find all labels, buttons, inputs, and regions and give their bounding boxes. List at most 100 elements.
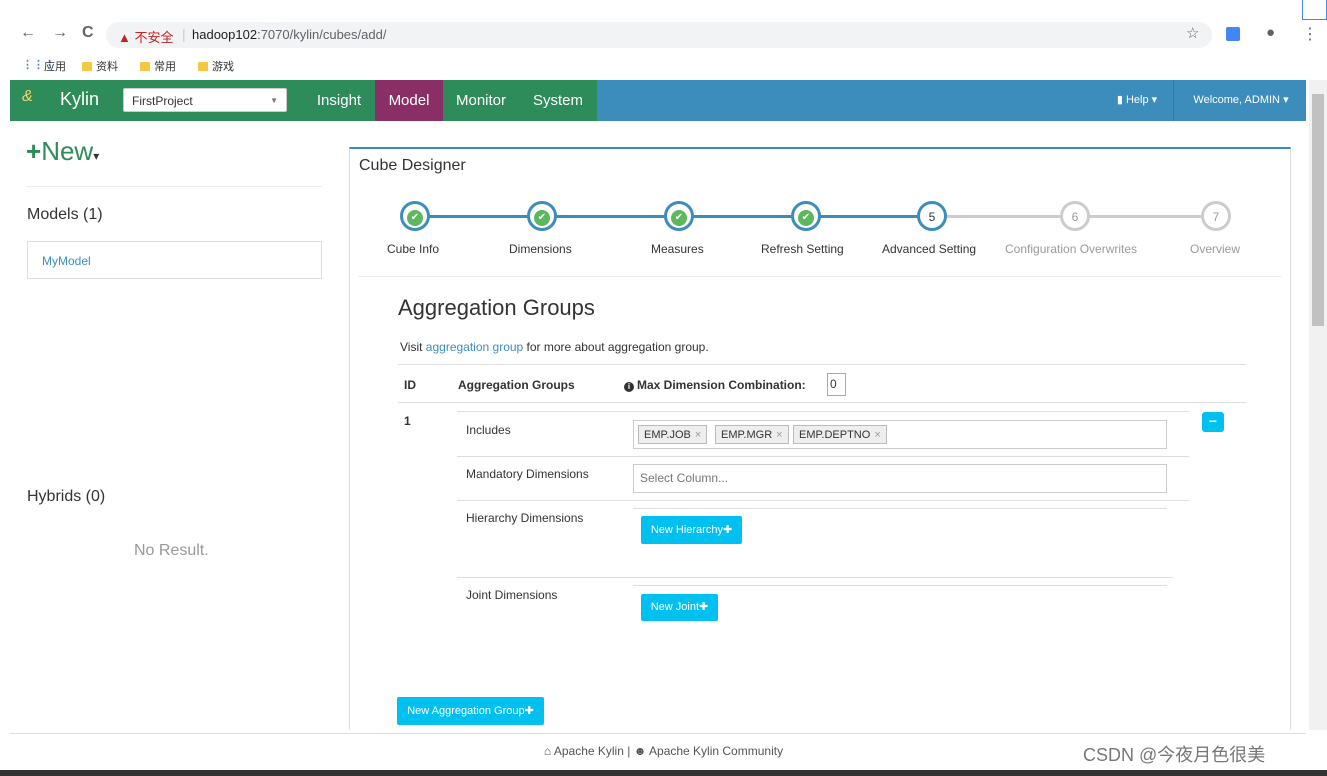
designer-title: Cube Designer bbox=[359, 157, 466, 174]
row-border bbox=[457, 411, 1189, 412]
check-icon: ✔ bbox=[798, 210, 814, 226]
minus-icon: − bbox=[1208, 413, 1218, 429]
include-tag[interactable]: EMP.DEPTNO × bbox=[793, 425, 887, 444]
includes-select[interactable]: EMP.JOB × EMP.MGR × EMP.DEPTNO × bbox=[633, 420, 1167, 449]
url-path: :7070/kylin/cubes/add/ bbox=[257, 27, 387, 42]
url-text[interactable]: hadoop102:7070/kylin/cubes/add/ bbox=[192, 27, 386, 42]
step-label[interactable]: Refresh Setting bbox=[761, 242, 844, 256]
plus-icon: + bbox=[26, 136, 42, 166]
browser-chrome: ← → C ▲ 不安全 | hadoop102:7070/kylin/cubes… bbox=[0, 0, 1327, 80]
close-icon[interactable]: × bbox=[874, 429, 880, 441]
mandatory-label: Mandatory Dimensions bbox=[466, 467, 589, 481]
address-bar[interactable]: ▲ 不安全 | hadoop102:7070/kylin/cubes/add/ bbox=[106, 22, 1212, 48]
project-select-value: FirstProject bbox=[132, 94, 193, 108]
kylin-logo-icon[interactable]: & bbox=[22, 88, 33, 106]
no-result-text: No Result. bbox=[134, 542, 209, 559]
bookmark-games[interactable]: 游戏 bbox=[198, 58, 234, 74]
table-header-border bbox=[398, 364, 1246, 365]
table-header-border bbox=[398, 402, 1246, 403]
step-label[interactable]: Measures bbox=[651, 242, 704, 256]
step-label[interactable]: Cube Info bbox=[387, 242, 439, 256]
user-menu[interactable]: Welcome, ADMIN ▾ bbox=[1176, 80, 1306, 121]
mandatory-select[interactable]: Select Column... bbox=[633, 464, 1167, 493]
bookmarks-bar: ⋮⋮⋮ 应用 资料 常用 游戏 bbox=[0, 54, 1327, 76]
step-cube-info[interactable]: ✔ bbox=[400, 201, 430, 231]
joint-label: Joint Dimensions bbox=[466, 588, 558, 602]
star-icon[interactable]: ☆ bbox=[1186, 24, 1199, 42]
step-overview[interactable]: 7 bbox=[1201, 201, 1231, 231]
footer-border bbox=[10, 733, 1306, 734]
footer-separator: | bbox=[627, 744, 631, 758]
step-label[interactable]: Configuration Overwrites bbox=[1005, 242, 1137, 256]
row-border bbox=[633, 585, 1167, 586]
models-title: Models (1) bbox=[27, 206, 103, 223]
step-dimensions[interactable]: ✔ bbox=[527, 201, 557, 231]
check-icon: ✔ bbox=[534, 210, 550, 226]
security-warning[interactable]: ▲ 不安全 bbox=[118, 27, 173, 46]
footer-community-link[interactable]: Apache Kylin Community bbox=[649, 744, 783, 758]
bookmark-apps[interactable]: 应用 bbox=[44, 58, 66, 74]
aggregation-description: Visit aggregation group for more about a… bbox=[400, 340, 709, 354]
step-label[interactable]: Dimensions bbox=[509, 242, 572, 256]
bookmark-label: 常用 bbox=[154, 61, 176, 73]
bookmark-common[interactable]: 常用 bbox=[140, 58, 176, 74]
caret-down-icon: ▾ bbox=[93, 149, 100, 163]
tag-label: EMP.JOB bbox=[644, 429, 691, 441]
nav-model[interactable]: Model bbox=[375, 80, 443, 121]
folder-icon bbox=[140, 62, 150, 71]
caret-down-icon: ▾ bbox=[1151, 94, 1158, 106]
menu-icon[interactable]: ⋮ bbox=[1302, 24, 1318, 44]
help-menu[interactable]: ▮ Help ▾ bbox=[1101, 80, 1174, 121]
footer-kylin-link[interactable]: Apache Kylin bbox=[554, 744, 624, 758]
remove-group-button[interactable]: − bbox=[1202, 412, 1224, 432]
welcome-label: Welcome, ADMIN bbox=[1193, 94, 1280, 106]
column-header-max: i Max Dimension Combination: bbox=[624, 378, 806, 392]
hybrids-title: Hybrids (0) bbox=[27, 488, 106, 505]
max-dimension-input[interactable]: 0 bbox=[827, 373, 846, 396]
project-select[interactable]: FirstProject ▼ bbox=[123, 88, 287, 112]
step-advanced-setting[interactable]: 5 bbox=[917, 201, 947, 231]
row-border bbox=[633, 508, 1167, 509]
info-icon: i bbox=[624, 382, 634, 392]
url-separator: | bbox=[182, 26, 186, 42]
bookmark-label: 资料 bbox=[96, 61, 118, 73]
new-label: New bbox=[41, 136, 94, 166]
location-icon[interactable] bbox=[1302, 0, 1327, 20]
new-aggregation-group-button[interactable]: New Aggregation Group✚ bbox=[397, 697, 544, 725]
step-label[interactable]: Overview bbox=[1190, 242, 1240, 256]
forward-icon[interactable]: → bbox=[52, 24, 68, 42]
hierarchy-label: Hierarchy Dimensions bbox=[466, 511, 584, 525]
translate-icon[interactable] bbox=[1226, 27, 1240, 41]
include-tag[interactable]: EMP.JOB × bbox=[638, 425, 708, 444]
step-measures[interactable]: ✔ bbox=[664, 201, 694, 231]
aggregation-group-link[interactable]: aggregation group bbox=[426, 340, 523, 354]
step-label[interactable]: Advanced Setting bbox=[882, 242, 976, 256]
nav-system[interactable]: System bbox=[519, 80, 597, 121]
new-hierarchy-button[interactable]: New Hierarchy✚ bbox=[641, 516, 742, 544]
aggregation-groups-title: Aggregation Groups bbox=[398, 295, 595, 320]
max-label: Max Dimension Combination: bbox=[637, 378, 806, 392]
tag-label: EMP.DEPTNO bbox=[799, 429, 871, 441]
new-joint-button[interactable]: New Joint✚ bbox=[641, 594, 718, 621]
step-refresh-setting[interactable]: ✔ bbox=[791, 201, 821, 231]
close-icon[interactable]: × bbox=[776, 429, 782, 441]
address-row: ← → C ▲ 不安全 | hadoop102:7070/kylin/cubes… bbox=[0, 20, 1327, 48]
brand-name[interactable]: Kylin bbox=[60, 89, 99, 110]
help-label: Help bbox=[1125, 94, 1149, 106]
kylin-header: & Kylin FirstProject ▼ Insight Model Mon… bbox=[10, 80, 1306, 121]
account-icon[interactable]: ● bbox=[1266, 24, 1275, 41]
book-icon: ▮ bbox=[1116, 94, 1123, 106]
nav-monitor[interactable]: Monitor bbox=[443, 80, 519, 121]
model-item[interactable]: MyModel bbox=[27, 241, 322, 279]
bookmark-materials[interactable]: 资料 bbox=[82, 58, 118, 74]
nav-insight[interactable]: Insight bbox=[303, 80, 375, 121]
scrollbar-thumb[interactable] bbox=[1312, 94, 1324, 326]
step-configuration-overwrites[interactable]: 6 bbox=[1060, 201, 1090, 231]
back-icon[interactable]: ← bbox=[20, 24, 36, 42]
close-icon[interactable]: × bbox=[695, 429, 701, 441]
column-header-groups: Aggregation Groups bbox=[458, 378, 575, 392]
new-button[interactable]: +New▾ bbox=[26, 136, 99, 167]
include-tag[interactable]: EMP.MGR × bbox=[715, 425, 789, 444]
reload-icon[interactable]: C bbox=[82, 24, 94, 42]
home-icon: ⌂ bbox=[543, 744, 552, 758]
